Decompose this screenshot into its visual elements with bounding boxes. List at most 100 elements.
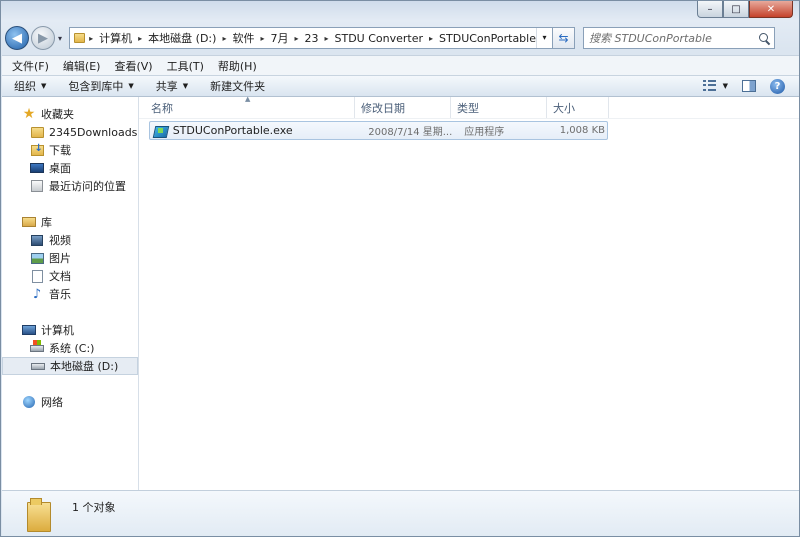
- nav-label: 桌面: [49, 162, 71, 175]
- breadcrumb-separator[interactable]: ▸: [294, 34, 298, 43]
- menu-file[interactable]: 文件(F): [12, 58, 49, 74]
- new-folder-button[interactable]: 新建文件夹: [210, 78, 265, 94]
- nav-label: 收藏夹: [41, 108, 74, 121]
- nav-label: 系统 (C:): [49, 342, 95, 355]
- breadcrumb-separator[interactable]: ▸: [324, 34, 328, 43]
- breadcrumb-separator[interactable]: ▸: [222, 34, 226, 43]
- folder-icon: [30, 126, 44, 138]
- organize-button[interactable]: 组织 ▼: [14, 78, 46, 94]
- nav-label: 音乐: [49, 288, 71, 301]
- nav-label: 最近访问的位置: [49, 180, 126, 193]
- nav-favorites[interactable]: ★ 收藏夹: [2, 105, 138, 123]
- column-label: 名称: [151, 101, 173, 115]
- search-box[interactable]: [583, 27, 775, 49]
- file-date: 2008/7/14 星期...: [368, 127, 453, 138]
- nav-item-videos[interactable]: 视频: [2, 231, 138, 249]
- breadcrumb-drive-d[interactable]: 本地磁盘 (D:): [148, 30, 216, 46]
- network-icon: [23, 396, 35, 408]
- explorer-window: – □ ✕ ◀ ▶ ▾ ▸ 计算机 ▸ 本地磁盘 (D:) ▸ 软件 ▸ 7月 …: [0, 0, 800, 537]
- file-row[interactable]: STDUConPortable.exe 2008/7/14 星期... 应用程序…: [149, 121, 608, 140]
- back-button[interactable]: ◀: [5, 26, 29, 50]
- breadcrumb-separator[interactable]: ▸: [260, 34, 264, 43]
- nav-group-network: 网络: [2, 393, 138, 411]
- command-bar: 组织 ▼ 包含到库中 ▼ 共享 ▼ 新建文件夹 ▼ ?: [2, 75, 799, 97]
- column-header-date[interactable]: 修改日期: [355, 97, 451, 118]
- forward-button[interactable]: ▶: [31, 26, 55, 50]
- view-options-dropdown[interactable]: ▼: [723, 82, 728, 90]
- share-button[interactable]: 共享 ▼: [156, 78, 188, 94]
- include-in-library-button[interactable]: 包含到库中 ▼: [68, 78, 133, 94]
- refresh-icon: ⇆: [558, 31, 569, 45]
- close-button[interactable]: ✕: [749, 1, 793, 18]
- breadcrumb-software[interactable]: 软件: [232, 30, 254, 46]
- address-end: ▾: [536, 28, 552, 48]
- nav-label: 下载: [49, 144, 71, 157]
- nav-label: 本地磁盘 (D:): [50, 360, 119, 373]
- file-size: 1,008 KB: [559, 125, 605, 136]
- drive-icon: [31, 362, 45, 370]
- menu-view[interactable]: 查看(V): [114, 58, 152, 74]
- file-list-pane[interactable]: ▲ 名称 修改日期 类型 大小 STDUConPortable.exe 2008/…: [139, 95, 799, 490]
- nav-item-drive-d[interactable]: 本地磁盘 (D:): [2, 357, 138, 375]
- address-history-dropdown[interactable]: ▾: [536, 28, 552, 48]
- navigation-row: ◀ ▶ ▾ ▸ 计算机 ▸ 本地磁盘 (D:) ▸ 软件 ▸ 7月 ▸ 23 ▸…: [5, 25, 797, 51]
- menu-help[interactable]: 帮助(H): [218, 58, 257, 74]
- nav-item-documents[interactable]: 文档: [2, 267, 138, 285]
- nav-group-favorites: ★ 收藏夹 2345Downloads 下载 桌面 最近访问的位置: [2, 105, 138, 195]
- item-count: 1 个对象: [72, 500, 116, 514]
- refresh-button[interactable]: ⇆: [553, 27, 575, 49]
- address-bar[interactable]: ▸ 计算机 ▸ 本地磁盘 (D:) ▸ 软件 ▸ 7月 ▸ 23 ▸ STDU …: [69, 27, 553, 49]
- folder-icon: [74, 33, 86, 43]
- nav-item-music[interactable]: ♪ 音乐: [2, 285, 138, 303]
- nav-label: 库: [41, 216, 52, 229]
- menu-tools[interactable]: 工具(T): [167, 58, 204, 74]
- column-header-type[interactable]: 类型: [451, 97, 547, 118]
- breadcrumb-separator[interactable]: ▸: [89, 34, 93, 43]
- computer-icon: [22, 325, 36, 335]
- nav-label: 网络: [41, 396, 63, 409]
- breadcrumb-july[interactable]: 7月: [270, 30, 288, 46]
- view-options-icon[interactable]: [702, 80, 717, 92]
- command-bar-right: ▼ ?: [702, 78, 799, 94]
- breadcrumb-separator[interactable]: ▸: [429, 34, 433, 43]
- application-icon: [154, 124, 167, 137]
- nav-group-library: 库 视频 图片 文档 ♪ 音乐: [2, 213, 138, 303]
- nav-item-desktop[interactable]: 桌面: [2, 159, 138, 177]
- column-headers: ▲ 名称 修改日期 类型 大小: [139, 95, 799, 119]
- nav-item-2345downloads[interactable]: 2345Downloads: [2, 123, 138, 141]
- share-label: 共享: [155, 80, 178, 93]
- breadcrumb-separator[interactable]: ▸: [138, 34, 142, 43]
- minimize-button[interactable]: –: [697, 1, 723, 18]
- system-drive-icon: [30, 339, 44, 352]
- organize-label: 组织: [14, 80, 36, 93]
- breadcrumb-23[interactable]: 23: [304, 32, 318, 45]
- breadcrumb-computer[interactable]: 计算机: [99, 30, 132, 46]
- nav-item-downloads[interactable]: 下载: [2, 141, 138, 159]
- menu-edit[interactable]: 编辑(E): [63, 58, 101, 74]
- search-icon[interactable]: [759, 32, 770, 44]
- nav-label: 2345Downloads: [49, 125, 138, 139]
- nav-network[interactable]: 网络: [2, 393, 138, 411]
- document-icon: [31, 269, 43, 283]
- column-header-size[interactable]: 大小: [547, 97, 609, 118]
- downloads-folder-icon: [30, 143, 44, 156]
- nav-library[interactable]: 库: [2, 213, 138, 231]
- maximize-button[interactable]: □: [723, 1, 749, 18]
- column-header-name[interactable]: ▲ 名称: [139, 95, 355, 118]
- help-icon[interactable]: ?: [770, 78, 785, 94]
- nav-computer[interactable]: 计算机: [2, 321, 138, 339]
- forward-arrow-icon: ▶: [38, 30, 48, 46]
- nav-item-pictures[interactable]: 图片: [2, 249, 138, 267]
- chevron-down-icon: ▼: [41, 82, 47, 90]
- preview-pane-icon[interactable]: [742, 80, 756, 92]
- nav-item-recent-places[interactable]: 最近访问的位置: [2, 177, 138, 195]
- breadcrumb-stdu-converter[interactable]: STDU Converter: [335, 32, 424, 45]
- recent-pages-dropdown[interactable]: ▾: [55, 34, 65, 43]
- navigation-pane[interactable]: ★ 收藏夹 2345Downloads 下载 桌面 最近访问的位置 库 视频 图片…: [2, 97, 139, 490]
- breadcrumb-stduconportable[interactable]: STDUConPortable: [439, 32, 536, 45]
- search-input[interactable]: [589, 31, 754, 45]
- star-icon: ★: [22, 106, 36, 122]
- nav-item-drive-c[interactable]: 系统 (C:): [2, 339, 138, 357]
- folder-icon: [27, 497, 51, 532]
- include-in-library-label: 包含到库中: [68, 80, 124, 93]
